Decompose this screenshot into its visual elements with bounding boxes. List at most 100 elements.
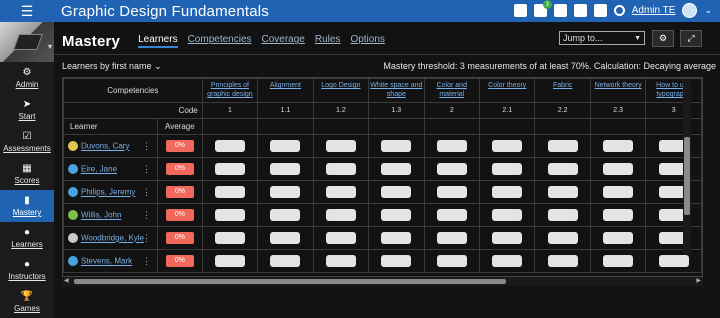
competency-link[interactable]: Fabric bbox=[534, 78, 591, 103]
mastery-score-pill[interactable] bbox=[436, 163, 467, 175]
competency-link[interactable]: Logo Design bbox=[312, 78, 370, 103]
help-icon[interactable] bbox=[593, 4, 607, 17]
vertical-scroll-thumb[interactable] bbox=[684, 137, 690, 215]
mastery-score-pill[interactable] bbox=[381, 186, 412, 198]
more-options-icon[interactable]: ⋮ bbox=[142, 164, 151, 175]
mastery-score-pill[interactable] bbox=[381, 163, 412, 175]
mastery-score-pill[interactable] bbox=[270, 255, 301, 267]
horizontal-scrollbar[interactable]: ◀ ▶ bbox=[62, 277, 703, 286]
mastery-score-pill[interactable] bbox=[214, 163, 245, 175]
competency-link[interactable]: Color theory bbox=[479, 78, 536, 103]
mastery-score-pill[interactable] bbox=[547, 140, 578, 152]
scroll-right-icon[interactable]: ▶ bbox=[696, 277, 701, 284]
tab-options[interactable]: Options bbox=[350, 34, 384, 48]
mastery-score-pill[interactable] bbox=[603, 209, 634, 221]
competency-link[interactable]: Color and material bbox=[423, 78, 481, 103]
mastery-score-pill[interactable] bbox=[547, 209, 578, 221]
scroll-left-icon[interactable]: ◀ bbox=[64, 277, 69, 284]
mastery-score-pill[interactable] bbox=[381, 209, 412, 221]
mastery-score-pill[interactable] bbox=[547, 232, 578, 244]
competency-link[interactable]: How to use typography bbox=[645, 78, 702, 103]
more-options-icon[interactable]: ⋮ bbox=[142, 141, 151, 152]
sidebar-item-instructors[interactable]: ● Instructors bbox=[0, 254, 54, 286]
competency-link[interactable]: Principles of graphic design bbox=[201, 78, 259, 103]
average-badge[interactable]: 0% bbox=[165, 186, 194, 198]
mastery-score-pill[interactable] bbox=[270, 232, 301, 244]
more-options-icon[interactable]: ⋮ bbox=[142, 256, 151, 267]
mastery-score-pill[interactable] bbox=[603, 186, 634, 198]
sidebar-item-learners[interactable]: ● Learners bbox=[0, 222, 54, 254]
mastery-score-pill[interactable] bbox=[214, 255, 245, 267]
user-menu-link[interactable]: Admin TE bbox=[632, 5, 676, 16]
tab-learners[interactable]: Learners bbox=[138, 34, 178, 48]
mastery-score-pill[interactable] bbox=[436, 255, 467, 267]
mastery-score-pill[interactable] bbox=[492, 255, 523, 267]
learner-name-link[interactable]: Duvons, Cary bbox=[81, 142, 129, 151]
mastery-score-pill[interactable] bbox=[214, 232, 245, 244]
mastery-score-pill[interactable] bbox=[603, 255, 634, 267]
tab-coverage[interactable]: Coverage bbox=[262, 34, 305, 48]
competency-link[interactable]: Alignment bbox=[257, 78, 314, 103]
mastery-score-pill[interactable] bbox=[436, 186, 467, 198]
mastery-score-pill[interactable] bbox=[547, 186, 578, 198]
mastery-score-pill[interactable] bbox=[325, 255, 356, 267]
mastery-score-pill[interactable] bbox=[325, 163, 356, 175]
learners-sort-dropdown[interactable]: Learners by first name ⌄ bbox=[62, 61, 162, 72]
learner-name-link[interactable]: Stevens, Mark bbox=[81, 257, 132, 266]
chevron-down-icon[interactable]: ▾ bbox=[48, 42, 52, 51]
gear-icon[interactable]: ⚙ bbox=[652, 30, 674, 47]
mastery-score-pill[interactable] bbox=[603, 232, 634, 244]
mastery-score-pill[interactable] bbox=[270, 209, 301, 221]
mastery-score-pill[interactable] bbox=[547, 255, 578, 267]
sidebar-item-start[interactable]: ➤ Start bbox=[0, 94, 54, 126]
competency-link[interactable]: White space and shape bbox=[368, 78, 425, 103]
mastery-score-pill[interactable] bbox=[270, 163, 301, 175]
mastery-score-pill[interactable] bbox=[214, 186, 245, 198]
mastery-score-pill[interactable] bbox=[436, 140, 467, 152]
sidebar-item-assessments[interactable]: ☑ Assessments bbox=[0, 126, 54, 158]
vertical-scrollbar[interactable] bbox=[683, 79, 691, 255]
mastery-score-pill[interactable] bbox=[436, 209, 467, 221]
learner-name-link[interactable]: Woodbridge, Kyle bbox=[81, 234, 144, 243]
sidebar-item-mastery[interactable]: ▮ Mastery bbox=[0, 190, 54, 222]
more-options-icon[interactable]: ⋮ bbox=[142, 233, 151, 244]
sidebar-item-scores[interactable]: ▦ Scores bbox=[0, 158, 54, 190]
mastery-score-pill[interactable] bbox=[214, 140, 245, 152]
mastery-score-pill[interactable] bbox=[603, 140, 634, 152]
mastery-score-pill[interactable] bbox=[492, 163, 523, 175]
mastery-score-pill[interactable] bbox=[436, 232, 467, 244]
horizontal-scroll-thumb[interactable] bbox=[74, 279, 506, 284]
learner-name-link[interactable]: Willis, John bbox=[81, 211, 121, 220]
mastery-score-pill[interactable] bbox=[270, 140, 301, 152]
menu-icon[interactable]: ☰ bbox=[0, 0, 54, 22]
mastery-score-pill[interactable] bbox=[492, 232, 523, 244]
mastery-score-pill[interactable] bbox=[603, 163, 634, 175]
more-options-icon[interactable]: ⋮ bbox=[142, 187, 151, 198]
mastery-score-pill[interactable] bbox=[492, 186, 523, 198]
mastery-score-pill[interactable] bbox=[214, 209, 245, 221]
mastery-score-pill[interactable] bbox=[547, 163, 578, 175]
more-options-icon[interactable]: ⋮ bbox=[142, 210, 151, 221]
sidebar-item-games[interactable]: 🏆 Games bbox=[0, 286, 54, 318]
average-badge[interactable]: 0% bbox=[165, 163, 194, 175]
tab-rules[interactable]: Rules bbox=[315, 34, 341, 48]
mastery-score-pill[interactable] bbox=[658, 255, 689, 267]
average-badge[interactable]: 0% bbox=[165, 140, 194, 152]
chevron-down-icon[interactable]: ⌄ bbox=[704, 5, 712, 16]
search-icon[interactable] bbox=[613, 5, 625, 16]
learner-name-link[interactable]: Philips, Jeremy bbox=[81, 188, 135, 197]
tab-competencies[interactable]: Competencies bbox=[188, 34, 252, 48]
learner-name-link[interactable]: Eire, Jane bbox=[81, 165, 117, 174]
mastery-score-pill[interactable] bbox=[492, 140, 523, 152]
jump-to-select[interactable]: Jump to... ▼ bbox=[559, 31, 645, 45]
avatar[interactable] bbox=[682, 3, 698, 18]
mastery-score-pill[interactable] bbox=[325, 209, 356, 221]
mastery-score-pill[interactable] bbox=[381, 140, 412, 152]
competency-link[interactable]: Network theory bbox=[589, 78, 647, 103]
average-badge[interactable]: 0% bbox=[165, 255, 194, 267]
fullscreen-icon[interactable]: ⤢ bbox=[680, 30, 702, 47]
mastery-score-pill[interactable] bbox=[492, 209, 523, 221]
sidebar-item-admin[interactable]: ⚙ Admin bbox=[0, 62, 54, 94]
mastery-score-pill[interactable] bbox=[381, 232, 412, 244]
mastery-score-pill[interactable] bbox=[325, 140, 356, 152]
